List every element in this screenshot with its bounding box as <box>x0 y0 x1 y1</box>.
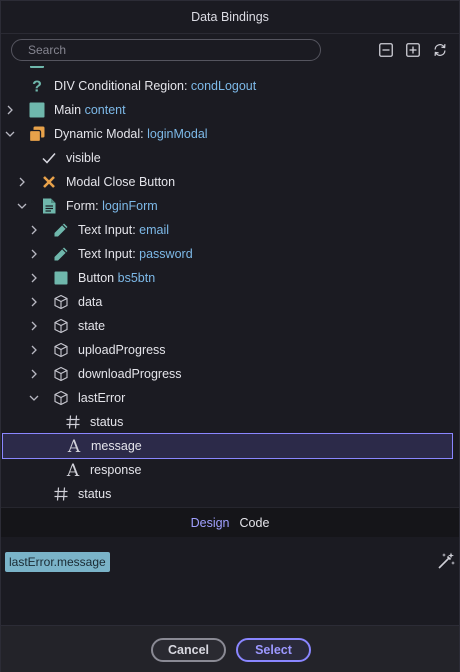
tab-code[interactable]: Code <box>240 516 270 530</box>
text-type-icon: A <box>65 461 81 479</box>
tree-row-status[interactable]: status <box>1 482 459 506</box>
chevron-down-icon[interactable] <box>16 200 28 212</box>
tree-row-login-modal[interactable]: Dynamic Modal: loginModal <box>1 122 459 146</box>
tree-row-modal-close-button[interactable]: Modal Close Button <box>1 170 459 194</box>
binding-tree: ? DIV Conditional Region: condLogout Mai… <box>1 66 459 507</box>
tree-row-text-input-password[interactable]: Text Input: password <box>1 242 459 266</box>
tree-row-label: downloadProgress <box>78 367 182 381</box>
chevron-down-icon[interactable] <box>4 128 16 140</box>
tree-row-label: uploadProgress <box>78 343 166 357</box>
tree-row-label: Main <box>54 103 85 117</box>
form-icon <box>41 198 57 214</box>
mode-tabs: Design Code <box>1 507 459 537</box>
dialog-footer: Cancel Select <box>1 625 459 672</box>
tree-row-state[interactable]: state <box>1 314 459 338</box>
cube-icon <box>53 342 69 358</box>
expand-icon <box>406 43 420 57</box>
tree-row-label: Modal Close Button <box>66 175 176 189</box>
pencil-icon <box>53 222 69 238</box>
cube-icon <box>53 318 69 334</box>
tree-row-label: message <box>91 439 142 453</box>
tree-row-status[interactable]: status <box>1 410 459 434</box>
modal-icon <box>29 126 45 142</box>
dialog-titlebar: Data Bindings <box>1 1 459 34</box>
cube-icon <box>53 366 69 382</box>
chevron-right-icon[interactable] <box>28 296 40 308</box>
tree-row-label: Text Input: <box>78 223 140 237</box>
search-toolbar <box>1 34 459 66</box>
cancel-button[interactable]: Cancel <box>151 638 226 662</box>
magic-wand-button[interactable] <box>435 550 457 572</box>
chevron-right-icon[interactable] <box>28 272 40 284</box>
tree-row-button-bs5btn[interactable]: Button bs5btn <box>1 266 459 290</box>
tree-row-id: loginForm <box>102 199 158 213</box>
collapse-all-button[interactable] <box>378 42 394 58</box>
cube-icon <box>53 390 69 406</box>
chevron-right-icon[interactable] <box>4 104 16 116</box>
tree-row-label: DIV Conditional Region: <box>54 79 191 93</box>
tree-row-upload-progress[interactable]: uploadProgress <box>1 338 459 362</box>
expression-editor[interactable]: lastError.message <box>1 537 459 625</box>
chevron-right-icon[interactable] <box>28 248 40 260</box>
chevron-right-icon[interactable] <box>28 320 40 332</box>
dialog-title: Data Bindings <box>191 10 269 24</box>
chevron-right-icon[interactable] <box>28 344 40 356</box>
tree-row-download-progress[interactable]: downloadProgress <box>1 362 459 386</box>
chevron-right-icon[interactable] <box>28 368 40 380</box>
tab-design[interactable]: Design <box>191 516 230 530</box>
question-icon: ? <box>29 78 45 95</box>
svg-text:?: ? <box>32 79 42 95</box>
tree-row-response[interactable]: A response <box>1 458 459 482</box>
partial-block-icon <box>30 66 44 68</box>
block-icon <box>53 270 69 286</box>
tree-row-id: loginModal <box>147 127 208 141</box>
tree-row-main-content[interactable]: Main content <box>1 98 459 122</box>
tree-row-message[interactable]: A message <box>2 433 453 459</box>
tree-row-label: Dynamic Modal: <box>54 127 148 141</box>
tree-row-label: Form: <box>66 199 103 213</box>
svg-text:A: A <box>66 461 80 479</box>
hash-icon <box>53 486 69 502</box>
chevron-down-icon[interactable] <box>28 392 40 404</box>
chevron-right-icon[interactable] <box>16 176 28 188</box>
search-input[interactable] <box>11 39 321 61</box>
refresh-icon <box>434 44 446 56</box>
pencil-icon <box>53 246 69 262</box>
tree-row-label: response <box>90 463 142 477</box>
tree-row-label: state <box>78 319 106 333</box>
refresh-button[interactable] <box>432 42 448 58</box>
block-icon <box>29 102 45 118</box>
magic-wand-icon <box>438 552 455 569</box>
tree-row-id: password <box>139 247 193 261</box>
tree-row-id: condLogout <box>190 79 257 93</box>
svg-text:A: A <box>67 437 81 455</box>
tree-row-label: visible <box>66 151 101 165</box>
expand-all-button[interactable] <box>405 42 421 58</box>
chevron-right-icon[interactable] <box>28 224 40 236</box>
close-x-icon <box>41 174 57 190</box>
tree-row-label: Text Input: <box>78 247 140 261</box>
tree-row-text-input-email[interactable]: Text Input: email <box>1 218 459 242</box>
tree-row-label: data <box>78 295 103 309</box>
select-button[interactable]: Select <box>236 638 311 662</box>
tree-row-id: content <box>84 103 126 117</box>
expression-chip[interactable]: lastError.message <box>5 552 110 572</box>
tree-row-cond-logout[interactable]: ? DIV Conditional Region: condLogout <box>1 74 459 98</box>
data-bindings-dialog: Data Bindings ? DIV Conditional Region: … <box>0 0 460 672</box>
tree-row-last-error[interactable]: lastError <box>1 386 459 410</box>
tree-row-data[interactable]: data <box>1 290 459 314</box>
tree-row-label: status <box>78 487 112 501</box>
collapse-icon <box>379 43 393 57</box>
text-type-icon: A <box>66 437 82 455</box>
cube-icon <box>53 294 69 310</box>
tree-row-id: bs5btn <box>117 271 156 285</box>
tree-row-id: email <box>139 223 170 237</box>
tree-row-label: Button <box>78 271 118 285</box>
hash-icon <box>65 414 81 430</box>
tree-row-label: lastError <box>78 391 126 405</box>
tree-row-label: status <box>90 415 124 429</box>
tree-row-visible[interactable]: visible <box>1 146 459 170</box>
check-icon <box>41 150 57 166</box>
tree-row-login-form[interactable]: Form: loginForm <box>1 194 459 218</box>
